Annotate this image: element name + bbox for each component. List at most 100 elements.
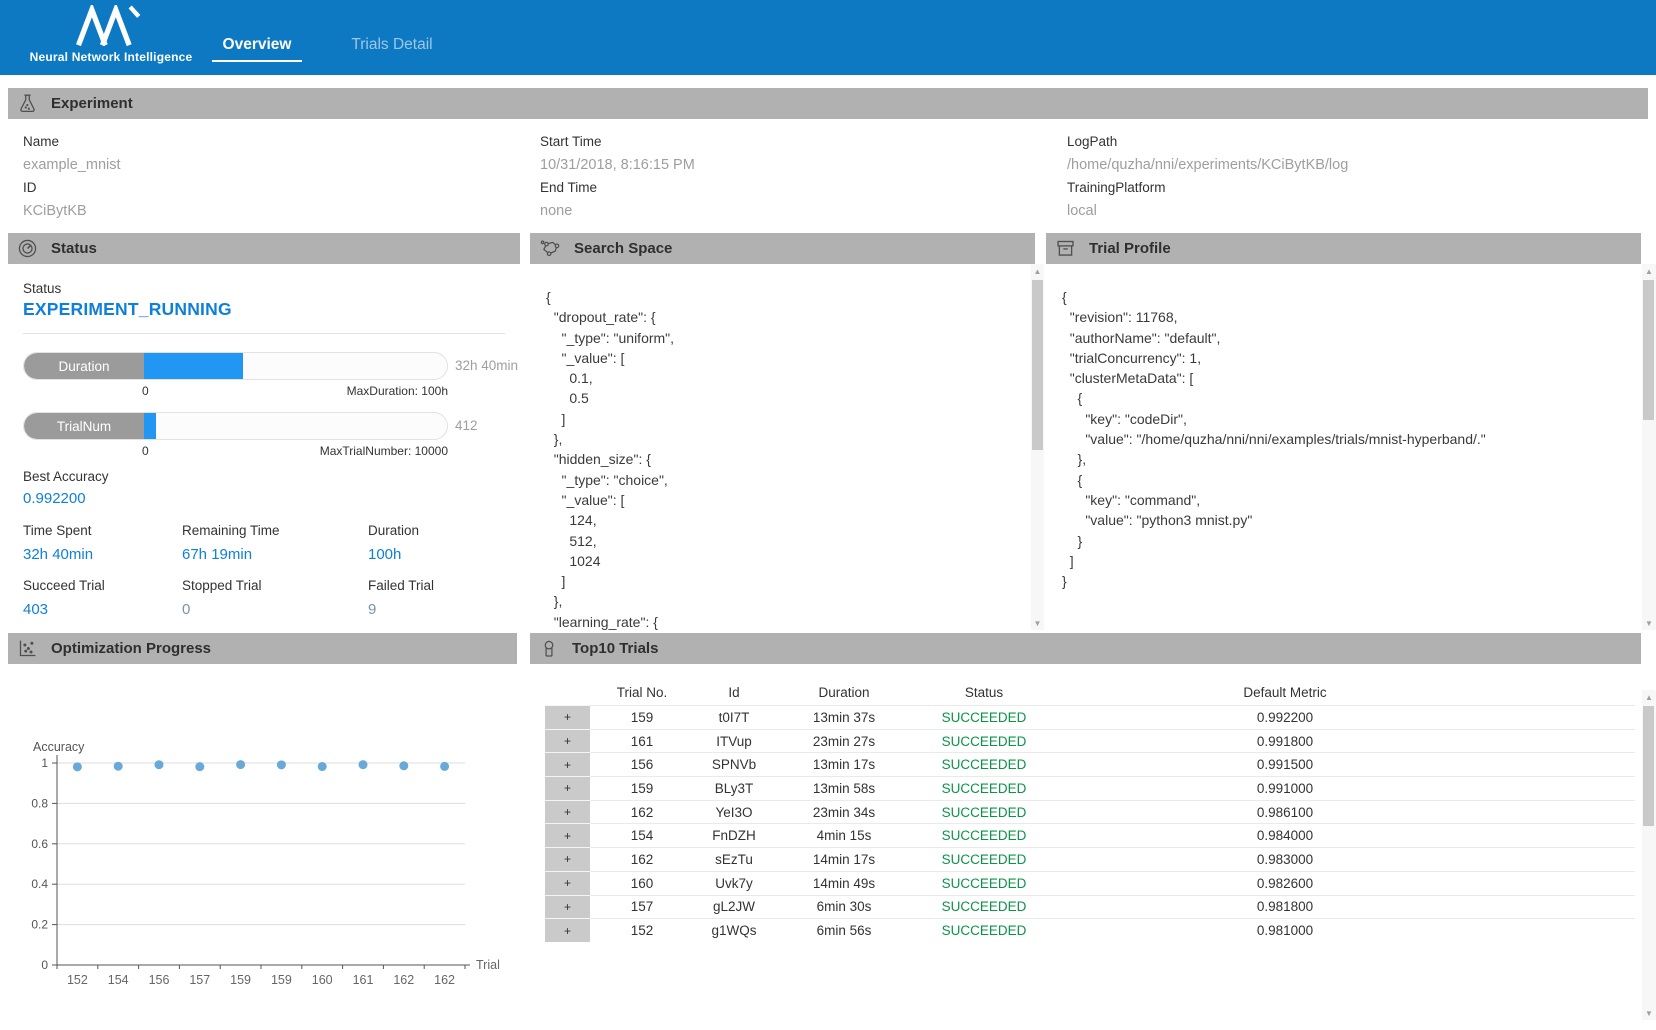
expand-row-button[interactable]: + [545, 752, 590, 776]
col-default-metric: Default Metric [1054, 681, 1516, 703]
cell-status: SUCCEEDED [914, 706, 1054, 729]
scrollbar-thumb[interactable] [1032, 280, 1043, 450]
trialnum-bar-value: 412 [455, 418, 478, 433]
col-status: Status [914, 681, 1054, 703]
trialnum-bar-label: TrialNum [24, 413, 144, 439]
top10-scrollbar[interactable]: ▲ ▼ [1642, 690, 1656, 1020]
experiment-section-header: Experiment [8, 88, 1648, 119]
search-space-panel: Search Space { "dropout_rate": { "_type"… [530, 233, 1044, 630]
duration-progress-bar: Duration [23, 352, 448, 380]
expand-row-button[interactable]: + [545, 776, 590, 800]
stat-label-remaining-time: Remaining Time [182, 523, 368, 546]
stat-label-succeed-trial: Succeed Trial [23, 578, 182, 601]
expand-row-button[interactable]: + [545, 800, 590, 824]
cell-trial-no: 159 [590, 706, 694, 729]
trialnum-min: 0 [142, 444, 149, 458]
archive-box-icon [1055, 238, 1076, 259]
tab-trials-detail[interactable]: Trials Detail [337, 36, 447, 60]
cell-duration: 6min 30s [774, 896, 914, 919]
logpath-value: /home/quzha/nni/experiments/KCiBytKB/log [1067, 153, 1348, 176]
tab-overview[interactable]: Overview [212, 36, 302, 60]
scatter-point [155, 760, 164, 769]
cell-trial-no: 161 [590, 730, 694, 753]
table-row: +159t0I7T13min 37sSUCCEEDED0.992200 [545, 705, 1635, 729]
cell-status: SUCCEEDED [914, 919, 1054, 942]
scroll-up-icon[interactable]: ▲ [1031, 264, 1044, 278]
stat-label-failed-trial: Failed Trial [368, 578, 498, 601]
scroll-down-icon[interactable]: ▼ [1642, 1006, 1656, 1020]
trials-table-body: +159t0I7T13min 37sSUCCEEDED0.992200+161I… [545, 705, 1635, 942]
cell-trial-no: 160 [590, 872, 694, 895]
duration-bar-scale: 0 MaxDuration: 100h [23, 384, 448, 398]
cell-status: SUCCEEDED [914, 801, 1054, 824]
expand-row-button[interactable]: + [545, 895, 590, 919]
optimization-title: Optimization Progress [51, 640, 211, 657]
trialnum-max: MaxTrialNumber: 10000 [320, 444, 448, 458]
scroll-up-icon[interactable]: ▲ [1642, 264, 1656, 278]
cell-status: SUCCEEDED [914, 848, 1054, 871]
name-label: Name [23, 130, 121, 153]
stat-label-time-spent: Time Spent [23, 523, 182, 546]
status-divider [23, 333, 505, 334]
expand-row-button[interactable]: + [545, 729, 590, 753]
status-section-header: Status [8, 233, 520, 264]
search-space-section-header: Search Space [530, 233, 1035, 264]
cell-id: ITVup [694, 730, 774, 753]
x-tick-label: 161 [353, 973, 374, 987]
accuracy-scatter-chart: Accuracy00.20.40.60.81152154156157159159… [8, 735, 520, 1005]
scatter-point [277, 760, 286, 769]
best-accuracy-value: 0.992200 [23, 490, 86, 507]
duration-bar-label: Duration [24, 353, 144, 379]
scatter-point [236, 760, 245, 769]
y-tick-label: 0 [41, 958, 48, 972]
expand-row-button[interactable]: + [545, 918, 590, 942]
cell-trial-no: 152 [590, 919, 694, 942]
expand-row-button[interactable]: + [545, 847, 590, 871]
cell-duration: 23min 27s [774, 730, 914, 753]
id-label: ID [23, 176, 121, 199]
top10-title: Top10 Trials [572, 640, 658, 657]
expand-row-button[interactable]: + [545, 823, 590, 847]
col-trial-no: Trial No. [590, 681, 694, 703]
cell-status: SUCCEEDED [914, 730, 1054, 753]
experiment-title: Experiment [51, 95, 133, 112]
molecule-icon [539, 238, 561, 259]
scatter-point [114, 762, 123, 771]
cell-default-metric: 0.992200 [1054, 706, 1516, 729]
cell-default-metric: 0.984000 [1054, 824, 1516, 847]
status-title: Status [51, 240, 97, 257]
x-tick-label: 154 [108, 973, 129, 987]
table-row: +152g1WQs6min 56sSUCCEEDED0.981000 [545, 918, 1635, 942]
cell-default-metric: 0.991800 [1054, 730, 1516, 753]
scroll-down-icon[interactable]: ▼ [1031, 616, 1044, 630]
search-space-json: { "dropout_rate": { "_type": "uniform", … [546, 287, 674, 632]
trial-profile-scrollbar[interactable]: ▲ ▼ [1642, 264, 1656, 630]
duration-min: 0 [142, 384, 149, 398]
cell-id: BLy3T [694, 777, 774, 800]
scroll-up-icon[interactable]: ▲ [1642, 690, 1656, 704]
scrollbar-thumb[interactable] [1643, 706, 1654, 826]
cell-id: YeI3O [694, 801, 774, 824]
scrollbar-thumb[interactable] [1643, 280, 1654, 420]
stat-value-time-spent: 32h 40min [23, 546, 182, 578]
cell-id: FnDZH [694, 824, 774, 847]
x-tick-label: 162 [393, 973, 414, 987]
cell-default-metric: 0.983000 [1054, 848, 1516, 871]
stat-label-stopped-trial: Stopped Trial [182, 578, 368, 601]
id-value: KCiBytKB [23, 200, 121, 223]
search-space-scrollbar[interactable]: ▲ ▼ [1031, 264, 1044, 630]
cell-default-metric: 0.986100 [1054, 801, 1516, 824]
scatter-point [73, 762, 82, 771]
expand-row-button[interactable]: + [545, 871, 590, 895]
name-value: example_mnist [23, 153, 121, 176]
platform-label: TrainingPlatform [1067, 176, 1348, 199]
y-tick-label: 0.4 [31, 877, 48, 891]
expand-row-button[interactable]: + [545, 705, 590, 729]
start-time-label: Start Time [540, 130, 695, 153]
scroll-down-icon[interactable]: ▼ [1642, 616, 1656, 630]
cell-default-metric: 0.991000 [1054, 777, 1516, 800]
cell-trial-no: 154 [590, 824, 694, 847]
stat-value-duration: 100h [368, 546, 498, 578]
duration-bar-fill [144, 353, 243, 379]
duration-max: MaxDuration: 100h [347, 384, 448, 398]
